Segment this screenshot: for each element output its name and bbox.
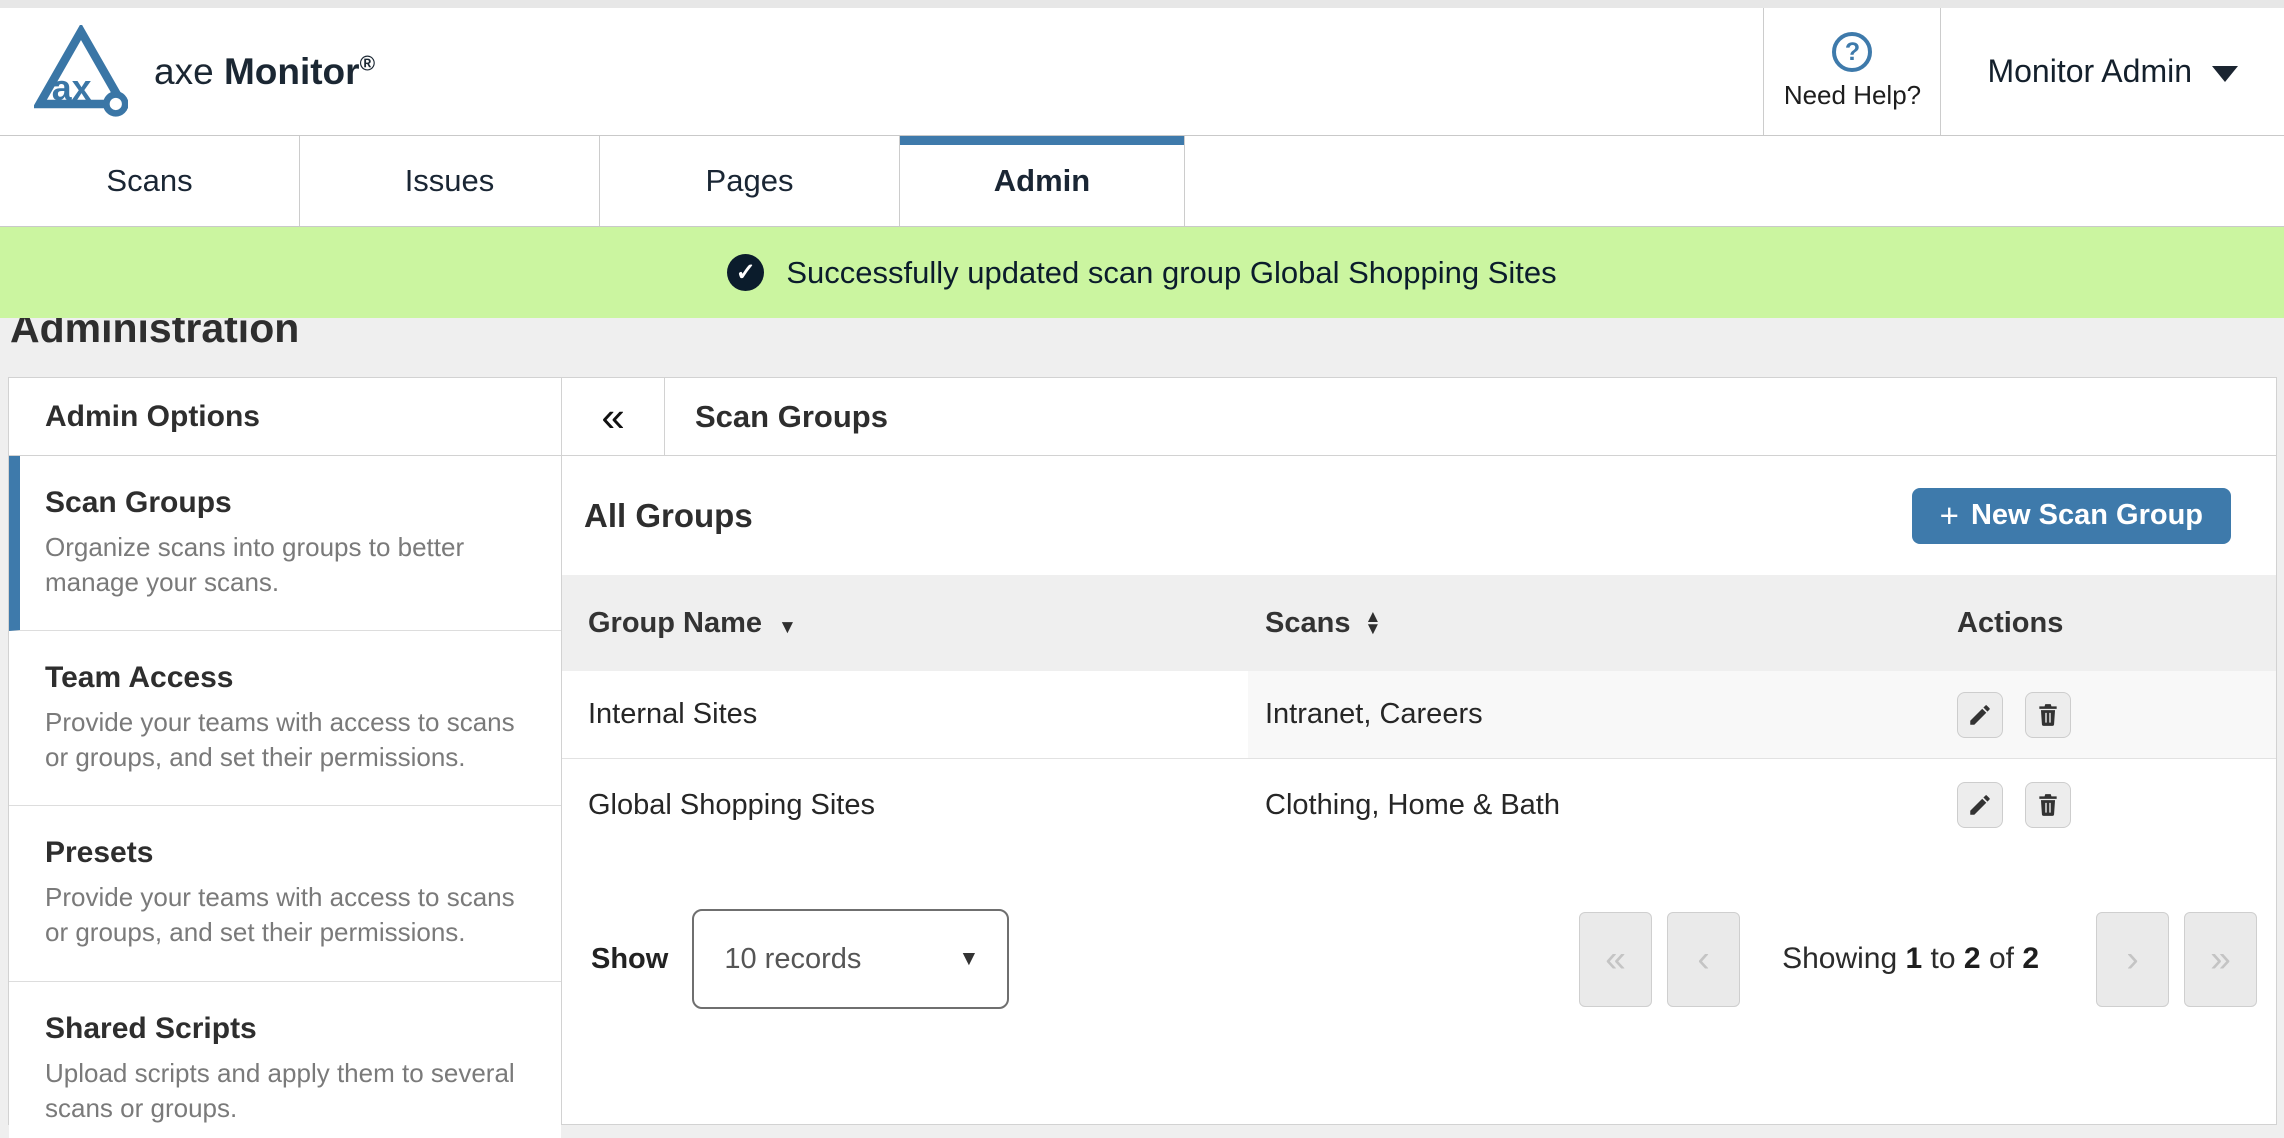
pagination-last-button[interactable]: » [2184,912,2257,1007]
delete-button[interactable] [2025,782,2071,828]
app-title: axe Monitor® [154,51,375,93]
table-header-row: Group Name ▼ Scans ▲ ▼ Actions [562,575,2276,671]
sort-descending-icon[interactable]: ▼ [778,617,797,639]
cell-group-name: Internal Sites [562,671,1248,758]
caret-down-icon [2212,66,2238,82]
show-label: Show [591,943,668,976]
delete-button[interactable] [2025,692,2071,738]
app-header: ax axe Monitor® ? Need Help? Monitor Adm… [0,8,2284,136]
question-mark-icon: ? [1832,32,1872,72]
sidebar-title: Admin Options [9,378,561,456]
sidebar-item-description: Organize scans into groups to better man… [45,530,519,600]
axe-logo-icon: ax [34,25,128,119]
sidebar-item-description: Provide your teams with access to scans … [45,880,519,950]
svg-text:ax: ax [52,68,92,108]
panel-header: « Scan Groups [562,378,2276,456]
check-circle-icon: ✓ [727,254,764,291]
pagination-first-button[interactable]: « [1579,912,1652,1007]
sidebar-item-team-access[interactable]: Team Access Provide your teams with acce… [9,631,561,806]
pagination-previous-button[interactable]: ‹ [1667,912,1740,1007]
sidebar-item-presets[interactable]: Presets Provide your teams with access t… [9,806,561,981]
brand: ax axe Monitor® [0,8,375,135]
plus-icon: + [1940,499,1959,532]
records-per-page-value: 10 records [724,943,861,976]
column-header-scans[interactable]: Scans ▲ ▼ [1248,575,1941,671]
sidebar-item-description: Provide your teams with access to scans … [45,705,519,775]
cell-group-name: Global Shopping Sites [562,759,1248,851]
success-message: Successfully updated scan group Global S… [786,255,1556,291]
new-scan-group-label: New Scan Group [1971,499,2203,532]
table-row: Global Shopping Sites Clothing, Home & B… [562,759,2276,851]
cell-actions [1941,671,2276,758]
column-header-actions: Actions [1941,575,2276,671]
table-row: Internal Sites Intranet, Careers [562,671,2276,759]
axe-monitor-app: ax axe Monitor® ? Need Help? Monitor Adm… [0,0,2284,1138]
page-content: Administration Admin Options Scan Groups… [0,304,2284,1125]
sort-both-icon[interactable]: ▲ ▼ [1364,611,1381,635]
table-footer: Show 10 records ▼ « ‹ Showing 1 to 2 of [562,909,2276,1009]
sidebar-item-title: Shared Scripts [45,1012,519,1046]
header-spacer [375,8,1763,135]
column-header-group-name[interactable]: Group Name ▼ [562,575,1248,671]
registered-mark: ® [360,52,375,75]
tab-issues[interactable]: Issues [300,136,600,226]
administration-panel: Admin Options Scan Groups Organize scans… [8,377,2277,1125]
trash-icon [2035,702,2061,728]
cell-actions [1941,759,2276,851]
section-title: All Groups [584,497,753,535]
tab-pages[interactable]: Pages [600,136,900,226]
user-menu-label: Monitor Admin [1987,53,2192,90]
pencil-icon [1967,702,1993,728]
records-per-page-select[interactable]: 10 records ▼ [692,909,1009,1009]
collapse-sidebar-button[interactable]: « [562,378,665,455]
select-caret-icon: ▼ [959,947,980,971]
tab-scans[interactable]: Scans [0,136,300,226]
main-nav-tabs: Scans Issues Pages Admin [0,136,2284,227]
window-top-strip [0,0,2284,8]
sidebar-item-title: Team Access [45,661,519,695]
all-groups-section-header: All Groups + New Scan Group [562,456,2276,575]
panel-title: Scan Groups [665,378,888,455]
need-help-button[interactable]: ? Need Help? [1763,8,1941,135]
sidebar-item-description: Upload scripts and apply them to several… [45,1056,519,1126]
tab-admin[interactable]: Admin [900,136,1185,226]
sidebar-item-scan-groups[interactable]: Scan Groups Organize scans into groups t… [9,456,561,631]
edit-button[interactable] [1957,782,2003,828]
pencil-icon [1967,792,1993,818]
cell-scans: Clothing, Home & Bath [1248,759,1941,851]
pagination-status: Showing 1 to 2 of 2 [1782,942,2039,976]
cell-scans: Intranet, Careers [1248,671,1941,758]
edit-button[interactable] [1957,692,2003,738]
need-help-label: Need Help? [1784,80,1921,111]
success-banner: ✓ Successfully updated scan group Global… [0,227,2284,318]
sidebar-item-shared-scripts[interactable]: Shared Scripts Upload scripts and apply … [9,982,561,1138]
pagination-next-button[interactable]: › [2096,912,2169,1007]
user-menu-dropdown[interactable]: Monitor Admin [1941,8,2284,135]
admin-options-sidebar: Admin Options Scan Groups Organize scans… [9,378,562,1124]
trash-icon [2035,792,2061,818]
sidebar-item-title: Scan Groups [45,486,519,520]
sidebar-item-title: Presets [45,836,519,870]
new-scan-group-button[interactable]: + New Scan Group [1912,488,2231,544]
scan-groups-main: « Scan Groups All Groups + New Scan Grou… [562,378,2276,1124]
